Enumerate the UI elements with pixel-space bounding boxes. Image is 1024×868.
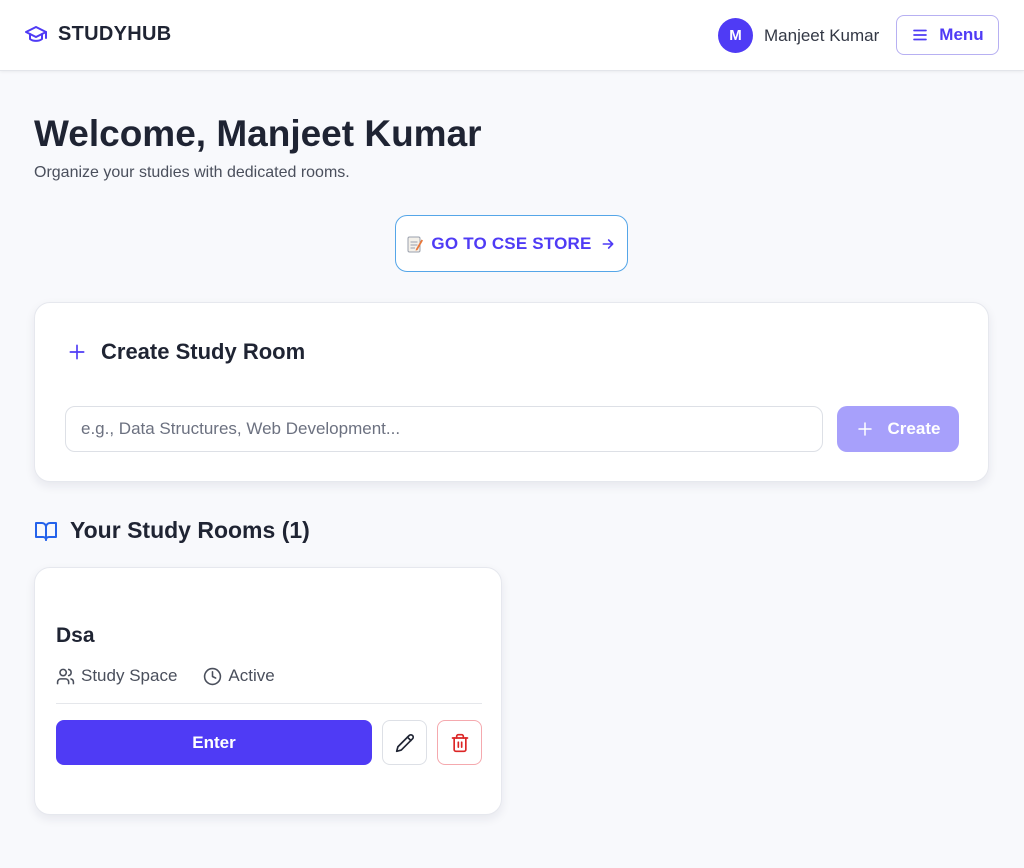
pencil-icon (395, 733, 414, 752)
trash-icon (451, 733, 468, 752)
room-type: Study Space (81, 666, 178, 685)
room-card: Dsa Study Space Active Enter (34, 567, 502, 815)
create-room-button[interactable]: Create (837, 406, 959, 452)
user-avatar[interactable]: M (718, 18, 753, 53)
store-button-label: GO TO CSE STORE (431, 233, 592, 253)
welcome-subtitle: Organize your studies with dedicated roo… (34, 164, 350, 181)
brand-logo[interactable]: STUDYHUB (24, 22, 172, 46)
room-name-input[interactable] (65, 406, 823, 452)
menu-button[interactable]: Menu (896, 15, 999, 55)
create-room-title: Create Study Room (67, 339, 305, 365)
hamburger-icon (913, 29, 928, 41)
plus-icon (69, 344, 85, 360)
clock-icon (204, 667, 222, 685)
plus-icon (857, 422, 872, 436)
user-name: Manjeet Kumar (764, 26, 880, 45)
delete-room-button[interactable] (437, 720, 482, 765)
menu-label: Menu (939, 25, 984, 44)
arrow-right-icon (602, 238, 614, 249)
go-to-store-button[interactable]: GO TO CSE STORE (395, 215, 628, 272)
room-status: Active (228, 666, 275, 685)
brand-name: STUDYHUB (58, 22, 172, 45)
create-room-card: Create Study Room Create (34, 302, 989, 482)
enter-room-button[interactable]: Enter (56, 720, 372, 765)
your-rooms-title: Your Study Rooms (1) (70, 517, 310, 543)
your-rooms-heading: Your Study Rooms (1) (34, 517, 310, 544)
top-navbar: STUDYHUB M Manjeet Kumar Menu (0, 0, 1024, 71)
room-name: Dsa (56, 624, 95, 647)
memo-icon (407, 236, 424, 252)
edit-room-button[interactable] (382, 720, 427, 765)
welcome-heading: Welcome, Manjeet Kumar (34, 113, 482, 154)
book-open-icon (35, 521, 57, 541)
card-divider (56, 703, 482, 704)
graduation-cap-icon (25, 26, 47, 42)
create-button-label: Create (887, 419, 941, 438)
create-room-heading: Create Study Room (101, 339, 306, 364)
users-icon (56, 668, 75, 684)
room-meta: Study Space Active (56, 666, 275, 686)
